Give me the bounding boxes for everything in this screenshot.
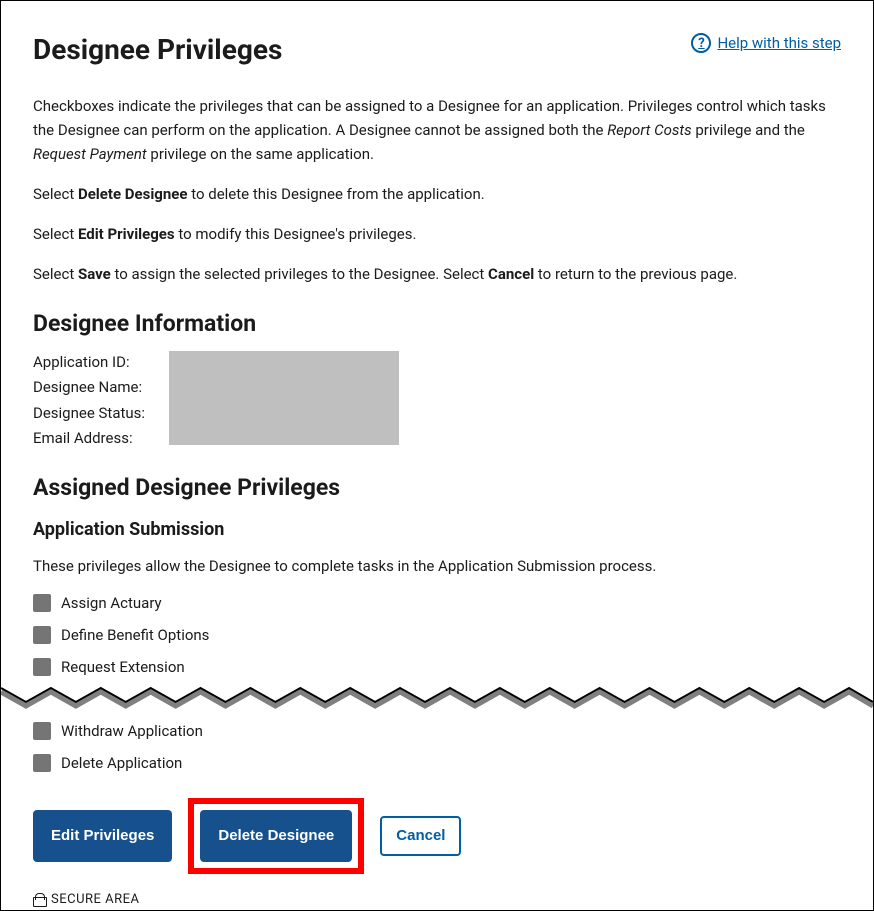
privileges-heading: Assigned Designee Privileges [33, 474, 841, 501]
checkbox-icon [33, 626, 51, 644]
cancel-button[interactable]: Cancel [380, 816, 461, 856]
checkbox-define-benefit[interactable]: Define Benefit Options [33, 626, 841, 644]
checkbox-icon [33, 722, 51, 740]
lock-icon [33, 893, 45, 907]
application-submission-desc: These privileges allow the Designee to c… [33, 554, 841, 578]
label-email: Email Address: [33, 427, 145, 450]
label-app-id: Application ID: [33, 351, 145, 374]
checkbox-label: Assign Actuary [61, 594, 162, 612]
checkbox-label: Request Extension [61, 658, 185, 676]
secure-area: SECURE AREA [33, 892, 841, 907]
label-designee-status: Designee Status: [33, 402, 145, 425]
checkbox-label: Withdraw Application [61, 722, 203, 740]
intro-paragraph-1: Checkboxes indicate the privileges that … [33, 94, 841, 166]
checkbox-icon [33, 594, 51, 612]
help-link-label: Help with this step [717, 34, 841, 52]
truncation-zigzag-icon [1, 684, 873, 714]
checkbox-assign-actuary[interactable]: Assign Actuary [33, 594, 841, 612]
secure-area-label: SECURE AREA [51, 892, 139, 907]
intro-paragraph-3: Select Edit Privileges to modify this De… [33, 222, 841, 246]
intro-paragraph-4: Select Save to assign the selected privi… [33, 262, 841, 286]
checkbox-withdraw-application[interactable]: Withdraw Application [33, 722, 841, 740]
page-container: Designee Privileges ? Help with this ste… [0, 0, 874, 911]
delete-designee-button[interactable]: Delete Designee [200, 810, 352, 862]
label-designee-name: Designee Name: [33, 376, 145, 399]
help-icon: ? [691, 33, 711, 53]
checkbox-icon [33, 754, 51, 772]
info-labels: Application ID: Designee Name: Designee … [33, 351, 145, 450]
edit-privileges-button[interactable]: Edit Privileges [33, 810, 172, 862]
header-row: Designee Privileges ? Help with this ste… [33, 33, 841, 66]
checkbox-label: Define Benefit Options [61, 626, 209, 644]
help-link[interactable]: ? Help with this step [691, 33, 841, 53]
button-row: Edit Privileges Delete Designee Cancel [33, 798, 841, 874]
designee-info-heading: Designee Information [33, 310, 841, 337]
checkbox-request-extension[interactable]: Request Extension [33, 658, 841, 676]
checkbox-label: Delete Application [61, 754, 182, 772]
highlight-frame: Delete Designee [188, 798, 364, 874]
page-title: Designee Privileges [33, 33, 282, 66]
designee-info-block: Application ID: Designee Name: Designee … [33, 351, 841, 450]
checkbox-icon [33, 658, 51, 676]
redacted-info-block [169, 351, 399, 445]
intro-paragraph-2: Select Delete Designee to delete this De… [33, 182, 841, 206]
checkbox-delete-application[interactable]: Delete Application [33, 754, 841, 772]
application-submission-heading: Application Submission [33, 519, 841, 540]
